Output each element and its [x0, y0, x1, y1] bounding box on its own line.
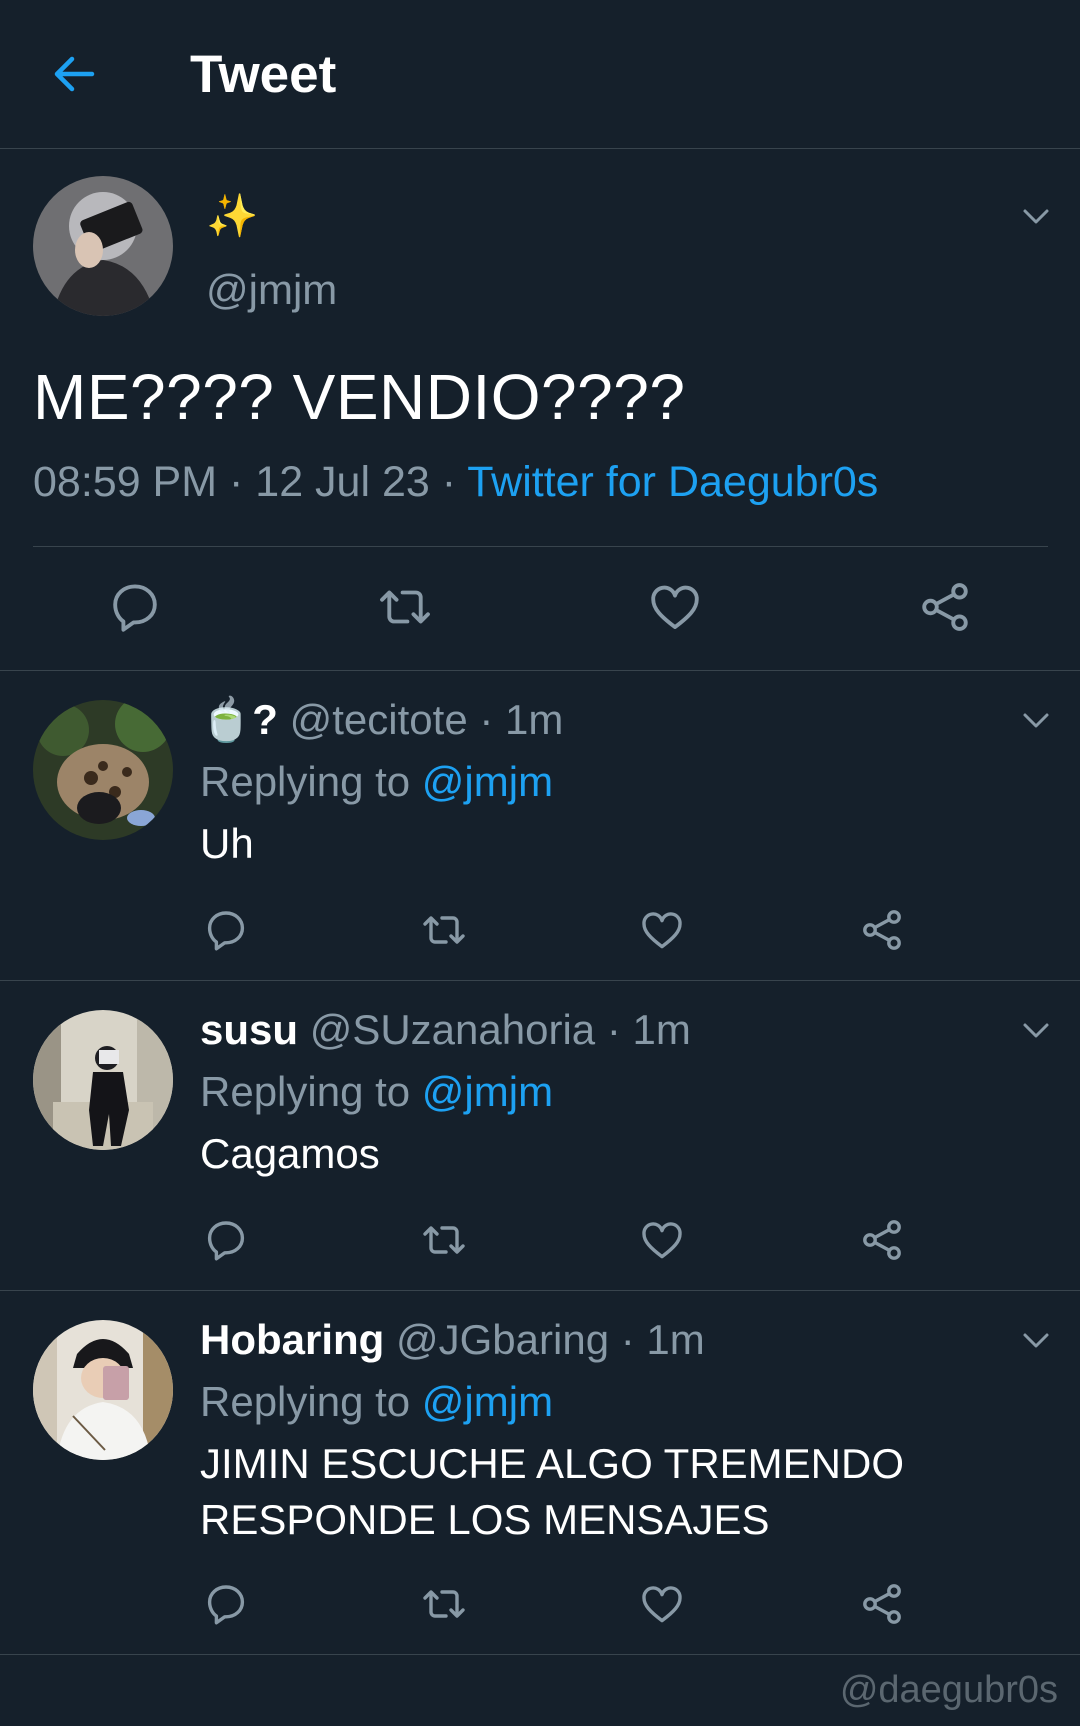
retweet-button[interactable]	[420, 906, 468, 954]
replying-to-label: Replying to	[200, 1068, 422, 1115]
reply-text: Cagamos	[200, 1130, 380, 1177]
watermark: @daegubr0s	[839, 1669, 1058, 1711]
reply-tweet[interactable]: susu @SUzanahoria · 1m Replying to @jmjm…	[0, 980, 1080, 1291]
arrow-left-icon	[54, 56, 95, 92]
replying-to: Replying to @jmjm	[200, 1068, 553, 1116]
tweet-actions	[0, 1580, 1080, 1630]
reply-button[interactable]	[202, 1580, 250, 1628]
reply-icon	[207, 1585, 245, 1625]
like-button[interactable]	[638, 1580, 686, 1628]
retweet-button[interactable]	[376, 578, 434, 636]
tweet-time: 08:59 PM	[33, 458, 218, 506]
share-icon	[863, 910, 901, 950]
tweet-menu-button[interactable]	[1020, 1014, 1052, 1046]
replying-to: Replying to @jmjm	[200, 758, 553, 806]
reply-text: JIMIN ESCUCHE ALGO TREMENDO RESPONDE LOS…	[200, 1440, 904, 1543]
tweet-text: ME???? VENDIO????	[33, 361, 686, 433]
share-icon	[863, 1220, 901, 1260]
heart-icon	[642, 1222, 682, 1259]
chevron-down-icon	[1023, 1023, 1049, 1038]
reply-handle[interactable]: @JGbaring	[396, 1316, 609, 1363]
retweet-button[interactable]	[420, 1580, 468, 1628]
reply-button[interactable]	[106, 578, 164, 636]
replying-to-link[interactable]: @jmjm	[422, 1378, 553, 1425]
reply-time: · 1m	[620, 1316, 705, 1363]
reply-button[interactable]	[202, 1216, 250, 1264]
retweet-icon	[423, 916, 465, 944]
reply-icon	[207, 911, 245, 951]
display-name[interactable]: ✨	[206, 192, 258, 241]
chevron-down-icon	[1023, 209, 1049, 224]
back-button[interactable]	[48, 48, 100, 100]
like-button[interactable]	[646, 578, 704, 636]
reply-display-name[interactable]: Hobaring	[200, 1316, 384, 1363]
avatar[interactable]	[33, 700, 173, 840]
page-title: Tweet	[190, 45, 337, 104]
reply-header: susu @SUzanahoria · 1m	[200, 1006, 691, 1054]
like-button[interactable]	[638, 1216, 686, 1264]
replying-to-label: Replying to	[200, 1378, 422, 1425]
reply-tweet[interactable]: 🍵? @tecitote · 1m Replying to @jmjm Uh	[0, 670, 1080, 981]
heart-icon	[642, 1586, 682, 1623]
like-button[interactable]	[638, 906, 686, 954]
main-tweet: ✨ @jmjm ME???? VENDIO???? 08:59 PM · 12 …	[0, 148, 1080, 671]
share-button[interactable]	[916, 578, 974, 636]
tweet-menu-button[interactable]	[1020, 200, 1052, 232]
reply-icon	[207, 1221, 245, 1261]
reply-button[interactable]	[202, 906, 250, 954]
retweet-icon	[423, 1226, 465, 1254]
reply-handle[interactable]: @tecitote	[290, 696, 468, 743]
retweet-icon	[380, 590, 430, 624]
tweet-actions	[0, 1216, 1080, 1266]
replying-to-link[interactable]: @jmjm	[422, 1068, 553, 1115]
reply-display-name[interactable]: susu	[200, 1006, 298, 1053]
retweet-button[interactable]	[420, 1216, 468, 1264]
tweet-date: 12 Jul 23	[255, 458, 430, 506]
avatar[interactable]	[33, 1010, 173, 1150]
replying-to: Replying to @jmjm	[200, 1378, 553, 1426]
avatar[interactable]	[33, 1320, 173, 1460]
heart-icon	[651, 585, 699, 629]
reply-time: · 1m	[606, 1006, 691, 1053]
tweet-source-link[interactable]: Twitter for Daegubr0s	[467, 458, 878, 506]
chevron-down-icon	[1023, 1333, 1049, 1348]
reply-emoji[interactable]: 🍵?	[200, 696, 278, 743]
share-button[interactable]	[858, 1580, 906, 1628]
share-icon	[863, 1584, 901, 1624]
heart-icon	[642, 912, 682, 949]
tweet-menu-button[interactable]	[1020, 1324, 1052, 1356]
tweet-actions	[0, 906, 1080, 956]
chevron-down-icon	[1023, 713, 1049, 728]
reply-icon	[113, 584, 157, 632]
reply-header: Hobaring @JGbaring · 1m	[200, 1316, 705, 1364]
share-button[interactable]	[858, 1216, 906, 1264]
tweet-meta: 08:59 PM · 12 Jul 23 · Twitter for Daegu…	[33, 458, 878, 507]
meta-separator: ·	[217, 458, 256, 506]
top-bar: Tweet	[0, 0, 1080, 149]
reply-text: Uh	[200, 820, 254, 867]
share-button[interactable]	[858, 906, 906, 954]
reply-tweet[interactable]: Hobaring @JGbaring · 1m Replying to @jmj…	[0, 1290, 1080, 1655]
tweet-actions	[0, 578, 1080, 638]
meta-separator: ·	[429, 458, 468, 506]
user-handle[interactable]: @jmjm	[206, 266, 337, 314]
reply-time: · 1m	[479, 696, 564, 743]
avatar[interactable]	[33, 176, 173, 316]
share-icon	[922, 583, 968, 631]
reply-handle[interactable]: @SUzanahoria	[310, 1006, 595, 1053]
retweet-icon	[423, 1590, 465, 1618]
replying-to-label: Replying to	[200, 758, 422, 805]
tweet-menu-button[interactable]	[1020, 704, 1052, 736]
divider	[33, 546, 1048, 547]
reply-header: 🍵? @tecitote · 1m	[200, 696, 563, 745]
replying-to-link[interactable]: @jmjm	[422, 758, 553, 805]
